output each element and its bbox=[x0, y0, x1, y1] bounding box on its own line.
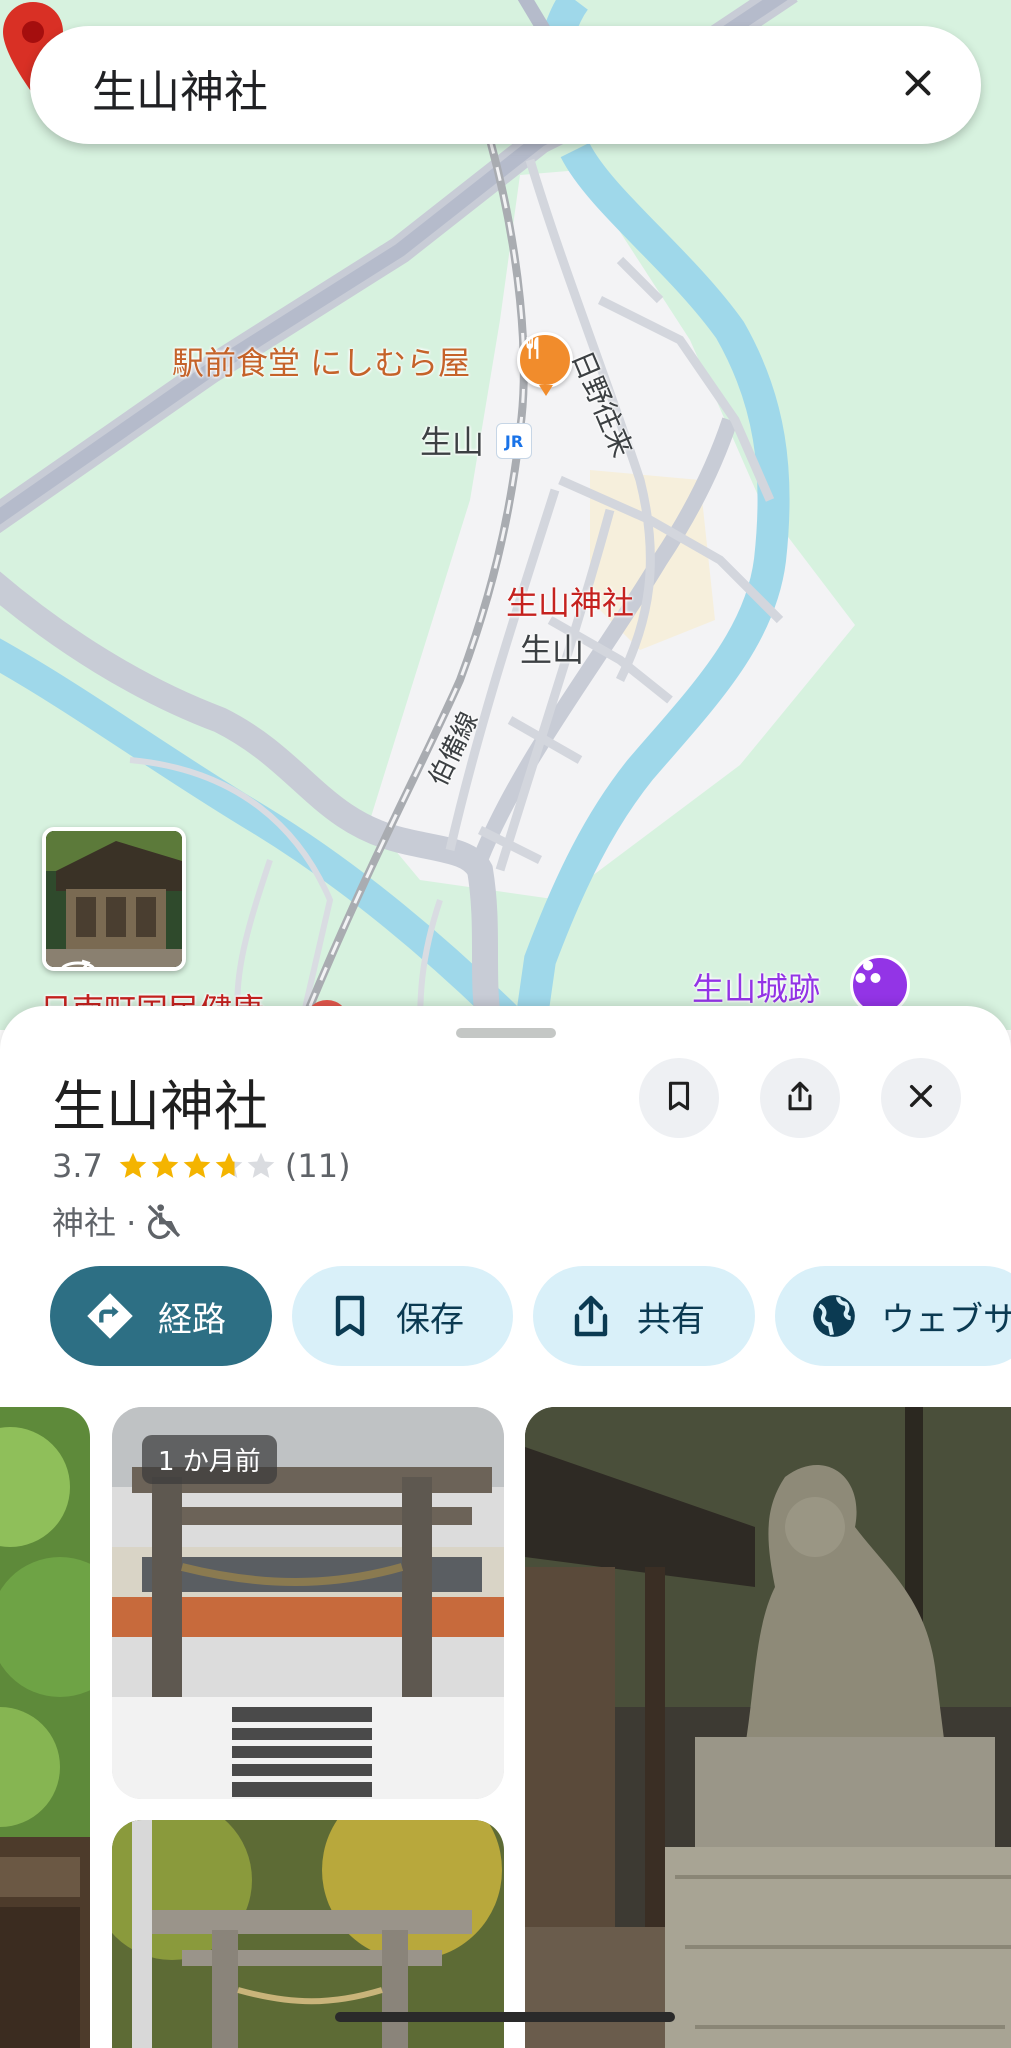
bookmark-icon bbox=[326, 1292, 396, 1340]
review-count[interactable]: (11) bbox=[285, 1147, 351, 1185]
photo-age-badge: 1 か月前 bbox=[142, 1435, 277, 1484]
close-icon bbox=[900, 65, 936, 105]
place-title: 生山神社 bbox=[52, 1075, 268, 1138]
place-details-sheet[interactable]: 生山神社 3.7 (11) 神社 · 経路 保存 共有 ウェブサ 1 か月前 bbox=[0, 1006, 1011, 2048]
street-view-thumbnail[interactable] bbox=[42, 827, 186, 971]
station-label[interactable]: 生山 bbox=[420, 417, 484, 463]
jr-station-icon: JR bbox=[496, 423, 532, 459]
share-icon bbox=[567, 1292, 637, 1340]
star-icon bbox=[183, 1152, 211, 1178]
category-row: 神社 · bbox=[52, 1192, 184, 1250]
share-icon-button[interactable] bbox=[760, 1058, 840, 1138]
place-category: 神社 · bbox=[52, 1204, 137, 1242]
save-button[interactable]: 保存 bbox=[292, 1266, 513, 1366]
castle-ruins-label[interactable]: 生山城跡 bbox=[692, 964, 820, 1010]
restaurant-label[interactable]: 駅前食堂 にしむら屋 bbox=[172, 338, 470, 384]
no-wheelchair-access-icon bbox=[144, 1201, 184, 1241]
website-label: ウェブサ bbox=[881, 1299, 1011, 1340]
shrine-map-label[interactable]: 生山神社 bbox=[506, 578, 634, 624]
share-label: 共有 bbox=[637, 1299, 705, 1340]
star-icon bbox=[151, 1152, 179, 1178]
photo-thumbnail[interactable] bbox=[0, 1407, 90, 2048]
rating-value: 3.7 bbox=[52, 1147, 103, 1185]
photo-shrine-forest bbox=[0, 1407, 90, 2048]
photo-thumbnail[interactable] bbox=[525, 1407, 1011, 2048]
street-view-image bbox=[46, 831, 182, 967]
directions-button[interactable]: 経路 bbox=[50, 1266, 272, 1366]
globe-icon bbox=[809, 1291, 881, 1341]
action-chips: 経路 保存 共有 ウェブサ bbox=[50, 1266, 1011, 1366]
directions-icon bbox=[84, 1290, 158, 1342]
close-sheet-button[interactable] bbox=[881, 1058, 961, 1138]
save-icon-button[interactable] bbox=[639, 1058, 719, 1138]
share-icon bbox=[783, 1079, 817, 1117]
close-icon bbox=[905, 1080, 937, 1116]
star-rating bbox=[117, 1150, 277, 1182]
search-input[interactable]: 生山神社 bbox=[92, 56, 268, 120]
area-label: 生山 bbox=[520, 631, 585, 669]
map-view[interactable]: 駅前食堂 にしむら屋 生山 JR 日野往来 生山神社 生山 伯備線 生山城跡 日… bbox=[0, 0, 1011, 1030]
star-icon bbox=[119, 1152, 147, 1178]
home-indicator[interactable] bbox=[335, 2012, 675, 2022]
bookmark-icon bbox=[662, 1079, 696, 1117]
search-bar[interactable]: 生山神社 bbox=[30, 26, 981, 144]
save-label: 保存 bbox=[396, 1299, 464, 1340]
star-icon bbox=[215, 1152, 243, 1178]
star-icon bbox=[247, 1152, 275, 1178]
share-button[interactable]: 共有 bbox=[533, 1266, 755, 1366]
photo-komainu-statue bbox=[525, 1407, 1011, 2048]
sheet-drag-handle[interactable] bbox=[456, 1028, 556, 1038]
photo-thumbnail[interactable]: 1 か月前 bbox=[112, 1407, 504, 1799]
website-button[interactable]: ウェブサ bbox=[775, 1266, 1011, 1366]
rating-row[interactable]: 3.7 (11) bbox=[52, 1142, 351, 1190]
directions-label: 経路 bbox=[158, 1299, 226, 1340]
clear-search-button[interactable] bbox=[893, 60, 943, 110]
